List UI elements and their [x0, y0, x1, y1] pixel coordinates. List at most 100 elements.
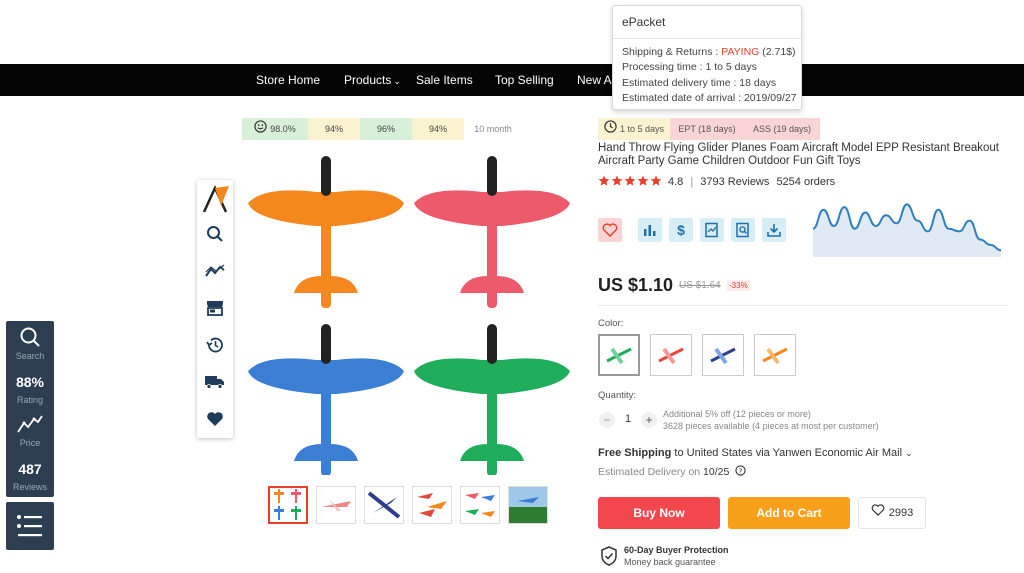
thumbnail-4[interactable] [412, 486, 452, 524]
stats-tool-button[interactable] [638, 218, 662, 242]
original-price: US $1.64 [679, 280, 721, 291]
stat-shipping-speed: 94% [412, 118, 464, 140]
wishlist-button[interactable]: 2993 [858, 497, 926, 529]
thumbnail-5[interactable] [460, 486, 500, 524]
color-option-green[interactable] [598, 334, 640, 376]
search-icon[interactable] [19, 326, 41, 348]
nav-products[interactable]: Products ⌄ [344, 64, 401, 96]
estimated-delivery: Estimated Delivery on 10/25 ? [598, 465, 746, 479]
heart-outline-icon [871, 498, 885, 528]
delivery-truck-icon[interactable] [203, 370, 227, 394]
svg-text:?: ? [739, 466, 743, 475]
rating-value: 88% [15, 374, 45, 390]
shipping-info[interactable]: Free Shipping to United States via Yanwe… [598, 447, 913, 459]
tooltip-shipping-label: Shipping & Returns : [622, 46, 722, 58]
orders-count: 5254 orders [776, 176, 836, 188]
buyer-protection-subtitle: Money back guarantee [624, 557, 716, 567]
price-chart-icon[interactable] [16, 413, 44, 435]
estimated-delivery-date: 10/25 [703, 465, 730, 478]
price-tool-button[interactable]: $ [669, 218, 693, 242]
menu-button[interactable] [6, 502, 54, 550]
pink-plane [414, 156, 570, 308]
planes-illustration [248, 156, 570, 476]
shipping-days-text: 1 to 5 days [619, 124, 665, 134]
chevron-down-icon: ⌄ [393, 76, 401, 86]
blue-plane [248, 324, 404, 476]
quantity-value[interactable]: 1 [621, 413, 635, 425]
rating-label: Rating [16, 395, 43, 405]
thumbnail-6[interactable] [508, 486, 548, 524]
thumbnail-1[interactable] [268, 486, 308, 524]
thumbnail-white-plane [321, 499, 351, 511]
help-circle-icon[interactable]: ? [735, 465, 746, 479]
tooltip-arrival: Estimated date of arrival : 2019/09/27 [622, 92, 797, 104]
bar-chart-icon [644, 225, 656, 236]
buy-now-button[interactable]: Buy Now [598, 497, 720, 529]
download-icon [767, 224, 781, 237]
inspect-tool-button[interactable] [731, 218, 755, 242]
history-icon[interactable] [203, 333, 227, 357]
store-logo-icon[interactable] [201, 184, 229, 214]
color-option-orange[interactable] [754, 334, 796, 376]
extension-stats-panel: Search 88% Rating Price 487 Reviews [6, 321, 54, 497]
tooltip-divider [613, 38, 801, 39]
stat-positive: 98.0% [242, 118, 308, 140]
thumbnail-3[interactable] [364, 486, 404, 524]
thumbnail-mixed-planes [465, 493, 495, 517]
smiley-icon [254, 119, 267, 141]
bulk-discount-note: Additional 5% off (12 pieces or more) [663, 409, 811, 419]
orange-plane [248, 156, 404, 308]
buyer-protection-title: 60-Day Buyer Protection [624, 545, 729, 555]
report-tool-button[interactable] [700, 218, 724, 242]
trend-icon[interactable] [203, 259, 227, 283]
price-trend-chart [812, 195, 1002, 257]
wishlist-tool-button[interactable] [598, 218, 622, 242]
shipping-days-badge: 1 to 5 days [598, 118, 670, 140]
nav-store-home[interactable]: Store Home [256, 64, 320, 96]
quick-tools-panel [197, 180, 233, 438]
quantity-decrease-button[interactable]: − [599, 412, 615, 428]
nav-top-selling[interactable]: Top Selling [495, 64, 554, 96]
thumbnail-outdoor-plane [509, 487, 547, 523]
quantity-label: Quantity: [598, 390, 637, 401]
nav-new-arrivals[interactable]: New Ar [577, 64, 616, 96]
discount-badge: -33% [727, 280, 750, 291]
zoom-search-icon[interactable] [203, 222, 227, 246]
rating-value-text: 4.8 [668, 176, 684, 188]
current-price: US $1.10 [598, 275, 674, 295]
star-rating-icon [598, 175, 662, 186]
search-label: Search [15, 351, 45, 361]
color-label: Color: [598, 318, 624, 329]
tooltip-shipping-cost: (2.71$) [759, 46, 796, 58]
store-navbar: Store Home Products ⌄ Sale Items Top Sell… [0, 64, 1024, 96]
ass-badge: ASS (19 days) [744, 118, 820, 140]
green-plane [414, 324, 570, 476]
store-icon[interactable] [203, 296, 227, 320]
price-divider [598, 305, 1008, 306]
price-trend-sparkline [812, 203, 1002, 257]
thumbnail-2[interactable] [316, 486, 356, 524]
add-to-cart-button[interactable]: Add to Cart [728, 497, 850, 529]
nav-sale-items[interactable]: Sale Items [416, 64, 473, 96]
wishlist-count: 2993 [888, 507, 914, 519]
free-shipping-label: Free Shipping [598, 447, 672, 459]
download-tool-button[interactable] [762, 218, 786, 242]
red-plane-swatch [658, 347, 684, 365]
dollar-icon: $ [677, 222, 685, 238]
list-menu-icon [16, 514, 44, 543]
heart-icon[interactable] [203, 407, 227, 431]
color-option-blue[interactable] [702, 334, 744, 376]
clock-icon [604, 119, 617, 141]
quantity-increase-button[interactable]: + [641, 412, 657, 428]
reviews-link[interactable]: 3793 Reviews [700, 176, 769, 188]
shipping-destination: to United States via Yanwen Economic Air… [671, 447, 903, 459]
stat-store-age: 10 month [474, 124, 512, 134]
tooltip-shipping-status: PAYING [721, 46, 760, 58]
nav-products-label: Products [344, 73, 392, 87]
document-chart-icon [705, 222, 718, 238]
tooltip-title: ePacket [622, 15, 666, 29]
color-option-red[interactable] [650, 334, 692, 376]
main-product-image[interactable] [240, 140, 580, 476]
estimated-delivery-label: Estimated Delivery on [598, 465, 704, 478]
ept-badge: EPT (18 days) [670, 118, 744, 140]
